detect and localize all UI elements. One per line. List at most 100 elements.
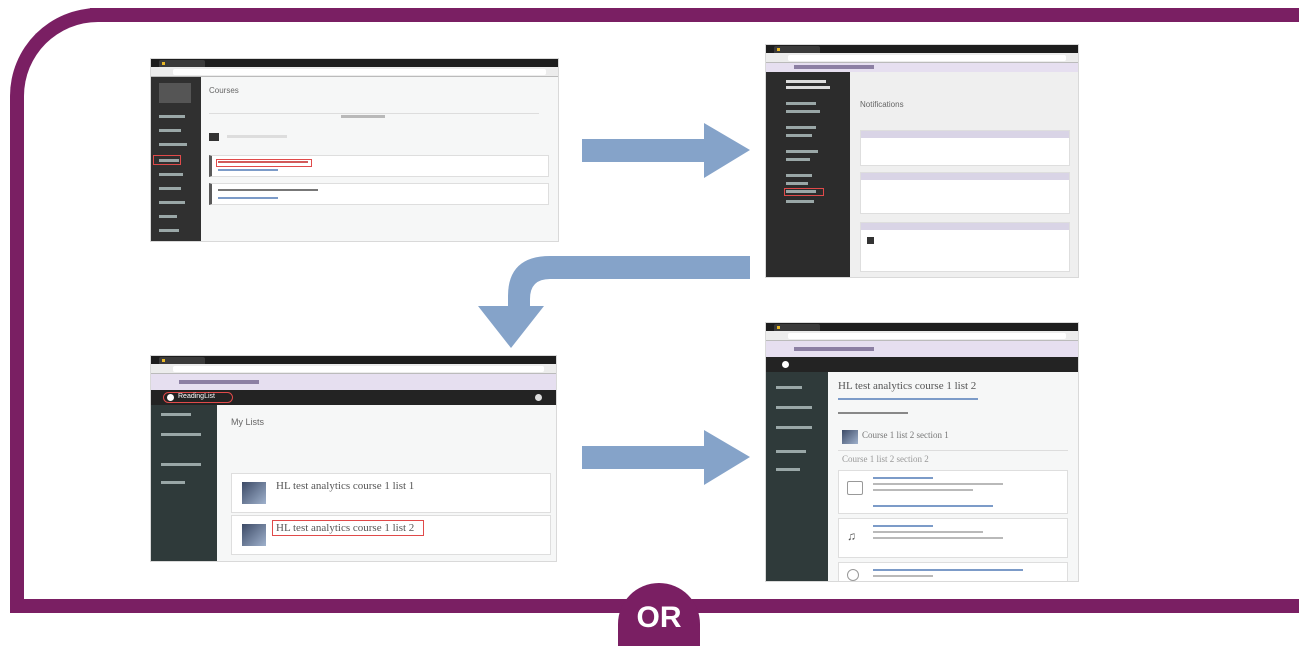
lms-main: Courses xyxy=(201,77,558,241)
address-bar[interactable] xyxy=(173,366,544,372)
lms-sidebar xyxy=(151,77,201,241)
arrow-right-icon xyxy=(582,123,750,178)
sidebar-item[interactable] xyxy=(159,201,185,204)
sidebar-item[interactable] xyxy=(159,143,187,146)
list-title[interactable]: HL test analytics course 1 list 2 xyxy=(276,522,414,534)
course-card[interactable] xyxy=(209,183,549,205)
list-item[interactable]: HL test analytics course 1 list 2 xyxy=(231,515,551,555)
sidebar-item[interactable] xyxy=(786,102,816,105)
sidebar-item[interactable] xyxy=(159,115,185,118)
list-thumbnail xyxy=(242,482,266,504)
page-title: Notifications xyxy=(860,100,904,109)
course-main: Notifications xyxy=(850,72,1078,277)
browser-chrome xyxy=(151,59,558,77)
address-bar[interactable] xyxy=(788,55,1066,61)
lists-main: My Lists HL test analytics course 1 list… xyxy=(217,405,556,561)
workflow-figure: Courses Notifications ReadingList My Lis… xyxy=(0,0,1299,646)
resource-item[interactable] xyxy=(838,470,1068,514)
notification-card xyxy=(860,130,1070,166)
tab-favicon-icon xyxy=(162,62,165,65)
sidebar-item[interactable] xyxy=(159,229,179,232)
section-heading[interactable]: Course 1 list 2 section 2 xyxy=(842,454,929,464)
sidebar-item[interactable] xyxy=(161,463,201,466)
reading-list-header xyxy=(766,357,1078,372)
university-logo xyxy=(159,83,191,103)
sidebar-item[interactable] xyxy=(161,481,185,484)
address-bar[interactable] xyxy=(788,333,1066,339)
or-label: OR xyxy=(636,600,682,634)
browser-tab[interactable] xyxy=(159,60,205,67)
browser-chrome xyxy=(766,323,1078,341)
app-logo-icon xyxy=(782,361,789,368)
list-thumbnail xyxy=(242,524,266,546)
sidebar-item[interactable] xyxy=(776,406,812,409)
course-title-bar xyxy=(766,341,1078,357)
sidebar-item[interactable] xyxy=(159,173,183,176)
resource-item[interactable] xyxy=(838,562,1068,581)
filter-dropdown[interactable] xyxy=(341,115,385,118)
tab-favicon-icon xyxy=(777,48,780,51)
page-title: Courses xyxy=(209,86,239,95)
toolbar-actions[interactable] xyxy=(838,412,908,414)
page-title: My Lists xyxy=(231,417,265,427)
sidebar-item[interactable] xyxy=(159,215,177,218)
sidebar-item[interactable] xyxy=(786,200,814,203)
sidebar-item[interactable] xyxy=(161,433,201,436)
sidebar-item[interactable] xyxy=(786,126,816,129)
sidebar-item[interactable] xyxy=(776,386,802,389)
section-thumbnail xyxy=(842,430,858,444)
sidebar-item[interactable] xyxy=(786,150,818,153)
tab-favicon-icon xyxy=(777,326,780,329)
sidebar-item[interactable] xyxy=(786,158,810,161)
app-name: ReadingList xyxy=(178,393,215,400)
browser-tab[interactable] xyxy=(159,357,205,364)
lists-sidebar xyxy=(151,405,217,561)
sidebar-item[interactable] xyxy=(776,468,800,471)
sidebar-item[interactable] xyxy=(159,129,181,132)
book-icon xyxy=(847,481,863,495)
resource-item[interactable]: ♫ xyxy=(838,518,1068,558)
browser-tab[interactable] xyxy=(774,46,820,53)
screenshot-reading-list-detail: HL test analytics course 1 list 2 Course… xyxy=(765,322,1079,582)
notification-card xyxy=(860,222,1070,272)
reading-list-header: ReadingList xyxy=(151,390,556,405)
avatar[interactable] xyxy=(535,394,542,401)
lists-sidebar xyxy=(766,372,828,581)
browser-tab[interactable] xyxy=(774,324,820,331)
section-heading[interactable]: Course 1 list 2 section 1 xyxy=(862,430,949,440)
tab-favicon-icon xyxy=(162,359,165,362)
browser-chrome xyxy=(151,356,556,374)
sidebar-item-reading-list[interactable] xyxy=(786,190,816,193)
music-note-icon: ♫ xyxy=(847,529,856,543)
screenshot-lms-courses: Courses xyxy=(150,58,559,242)
sidebar-item[interactable] xyxy=(776,426,812,429)
media-icon xyxy=(847,569,859,581)
sidebar-item[interactable] xyxy=(776,450,806,453)
list-title[interactable]: HL test analytics course 1 list 1 xyxy=(276,480,414,492)
screenshot-reading-lists: ReadingList My Lists HL test analytics c… xyxy=(150,355,557,562)
notification-card xyxy=(860,172,1070,214)
list-item[interactable]: HL test analytics course 1 list 1 xyxy=(231,473,551,513)
frame-top-bar xyxy=(90,8,1299,22)
grid-toggle-icon[interactable] xyxy=(209,133,219,141)
sidebar-item[interactable] xyxy=(159,187,181,190)
list-detail-main: HL test analytics course 1 list 2 Course… xyxy=(828,372,1078,581)
sidebar-item[interactable] xyxy=(786,182,808,185)
search-input[interactable] xyxy=(227,135,287,138)
course-card[interactable] xyxy=(209,155,549,177)
sidebar-item[interactable] xyxy=(786,174,812,177)
screenshot-lms-notifications: Notifications xyxy=(765,44,1079,278)
course-title-bar xyxy=(766,63,1078,72)
app-logo-icon xyxy=(167,394,174,401)
sidebar-item-courses[interactable] xyxy=(159,159,179,162)
address-bar[interactable] xyxy=(173,69,546,75)
sidebar-item[interactable] xyxy=(786,110,820,113)
sidebar-item[interactable] xyxy=(786,134,812,137)
sidebar-item-my-lists[interactable] xyxy=(161,413,191,416)
list-heading: HL test analytics course 1 list 2 xyxy=(838,380,977,392)
course-title-bar xyxy=(151,374,556,390)
course-sidebar xyxy=(766,72,850,277)
arrow-right-icon xyxy=(582,430,750,485)
arrow-curved-down-left-icon xyxy=(478,256,750,348)
browser-chrome xyxy=(766,45,1078,63)
